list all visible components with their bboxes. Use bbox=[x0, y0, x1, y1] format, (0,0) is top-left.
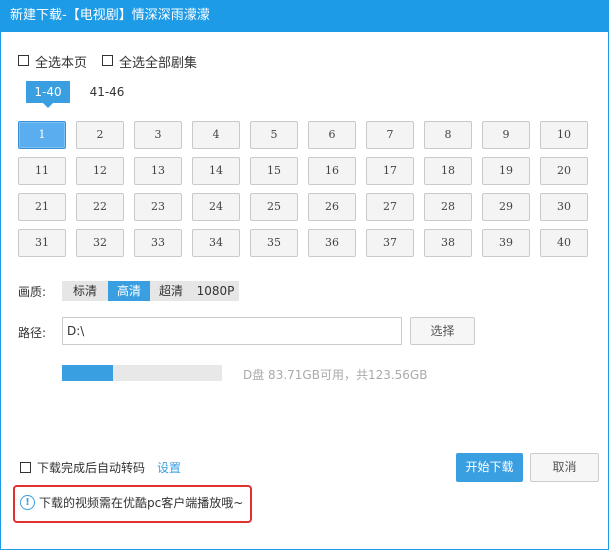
path-label: 路径: bbox=[18, 326, 47, 340]
episode-button[interactable]: 38 bbox=[424, 229, 472, 257]
episode-button[interactable]: 14 bbox=[192, 157, 240, 185]
quality-label: 画质: bbox=[18, 285, 47, 299]
quality-option-1080p[interactable]: 1080P bbox=[192, 281, 239, 301]
episode-button[interactable]: 31 bbox=[18, 229, 66, 257]
quality-option-super[interactable]: 超清 bbox=[150, 281, 192, 301]
choose-path-button[interactable]: 选择 bbox=[410, 317, 475, 345]
select-page-checkbox[interactable] bbox=[18, 55, 29, 66]
episode-button[interactable]: 11 bbox=[18, 157, 66, 185]
episode-button[interactable]: 23 bbox=[134, 193, 182, 221]
episode-button[interactable]: 18 bbox=[424, 157, 472, 185]
disk-usage-bar bbox=[62, 365, 222, 381]
episode-button[interactable]: 10 bbox=[540, 121, 588, 149]
episode-button[interactable]: 27 bbox=[366, 193, 414, 221]
select-all-checkbox[interactable] bbox=[102, 55, 113, 66]
window-title: 新建下载-【电视剧】情深深雨濛濛 bbox=[10, 8, 210, 23]
quality-option-high[interactable]: 高清 bbox=[108, 281, 150, 301]
info-icon: ! bbox=[20, 495, 35, 510]
episode-button[interactable]: 34 bbox=[192, 229, 240, 257]
select-all-label[interactable]: 全选全部剧集 bbox=[119, 52, 197, 71]
cancel-button[interactable]: 取消 bbox=[530, 453, 599, 482]
episode-button[interactable]: 29 bbox=[482, 193, 530, 221]
episode-button[interactable]: 33 bbox=[134, 229, 182, 257]
episode-button[interactable]: 30 bbox=[540, 193, 588, 221]
episode-button[interactable]: 37 bbox=[366, 229, 414, 257]
settings-link[interactable]: 设置 bbox=[157, 459, 181, 476]
auto-convert-checkbox[interactable] bbox=[20, 462, 31, 473]
episode-button[interactable]: 3 bbox=[134, 121, 182, 149]
tab-41-46[interactable]: 41-46 bbox=[82, 81, 132, 103]
episode-button[interactable]: 21 bbox=[18, 193, 66, 221]
episode-button[interactable]: 25 bbox=[250, 193, 298, 221]
episode-button[interactable]: 32 bbox=[76, 229, 124, 257]
episode-button[interactable]: 22 bbox=[76, 193, 124, 221]
episode-button[interactable]: 12 bbox=[76, 157, 124, 185]
episode-button[interactable]: 9 bbox=[482, 121, 530, 149]
episode-button[interactable]: 39 bbox=[482, 229, 530, 257]
episode-button[interactable]: 1 bbox=[18, 121, 66, 149]
episode-button[interactable]: 16 bbox=[308, 157, 356, 185]
select-page-label[interactable]: 全选本页 bbox=[35, 52, 87, 71]
episode-button[interactable]: 40 bbox=[540, 229, 588, 257]
auto-convert-label[interactable]: 下载完成后自动转码 bbox=[37, 459, 145, 476]
episode-button[interactable]: 15 bbox=[250, 157, 298, 185]
episode-button[interactable]: 2 bbox=[76, 121, 124, 149]
notice-text: 下载的视频需在优酷pc客户端播放哦~ bbox=[39, 496, 244, 510]
episode-button[interactable]: 7 bbox=[366, 121, 414, 149]
path-input[interactable]: D:\ bbox=[62, 317, 402, 345]
disk-usage-fill bbox=[62, 365, 114, 381]
disk-space-text: D盘 83.71GB可用，共123.56GB bbox=[243, 368, 428, 382]
episode-button[interactable]: 4 bbox=[192, 121, 240, 149]
start-download-button[interactable]: 开始下载 bbox=[456, 453, 523, 482]
tab-1-40[interactable]: 1-40 bbox=[26, 81, 70, 108]
episode-button[interactable]: 13 bbox=[134, 157, 182, 185]
episode-button[interactable]: 28 bbox=[424, 193, 472, 221]
title-bar: 新建下载-【电视剧】情深深雨濛濛 bbox=[0, 0, 609, 32]
episode-button[interactable]: 20 bbox=[540, 157, 588, 185]
episode-button[interactable]: 24 bbox=[192, 193, 240, 221]
notice-box: ! 下载的视频需在优酷pc客户端播放哦~ bbox=[13, 485, 252, 523]
episode-button[interactable]: 26 bbox=[308, 193, 356, 221]
episode-button[interactable]: 6 bbox=[308, 121, 356, 149]
episode-button[interactable]: 17 bbox=[366, 157, 414, 185]
episode-button[interactable]: 5 bbox=[250, 121, 298, 149]
quality-option-standard[interactable]: 标清 bbox=[62, 281, 108, 301]
episode-button[interactable]: 36 bbox=[308, 229, 356, 257]
episode-button[interactable]: 35 bbox=[250, 229, 298, 257]
episode-button[interactable]: 8 bbox=[424, 121, 472, 149]
episode-button[interactable]: 19 bbox=[482, 157, 530, 185]
